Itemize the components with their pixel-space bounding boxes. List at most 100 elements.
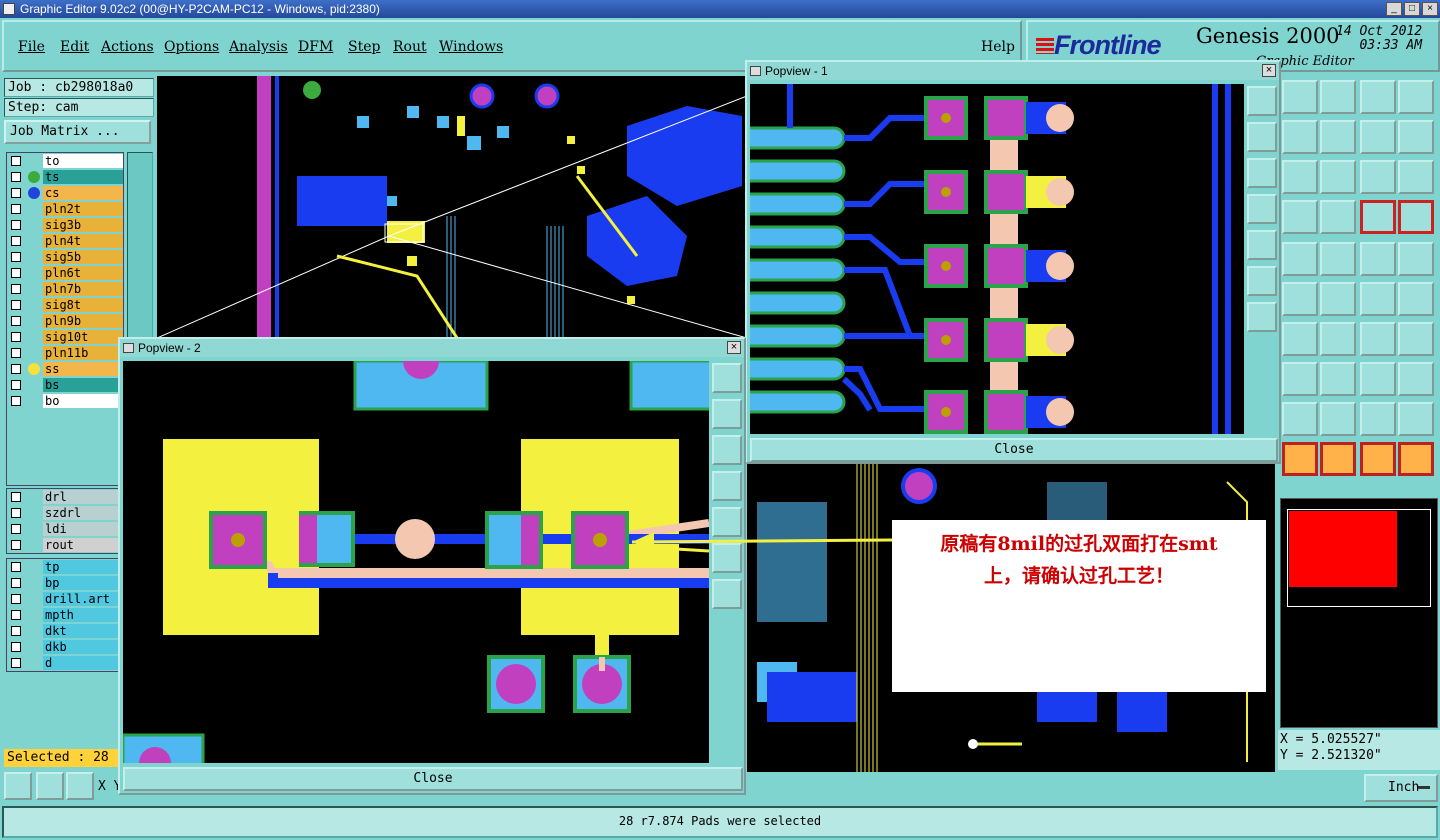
layer-row[interactable]: rout	[7, 537, 123, 553]
units-select[interactable]: Inch	[1364, 774, 1438, 802]
grid-icon[interactable]	[1320, 200, 1356, 234]
layer-row[interactable]: dkt	[7, 623, 123, 639]
layer-name[interactable]: pln9b	[43, 314, 123, 328]
group-icon[interactable]	[1398, 362, 1434, 396]
layer-name[interactable]: sig10t	[43, 330, 123, 344]
job-matrix-button[interactable]: Job Matrix ...	[4, 120, 151, 144]
layer-checkbox[interactable]	[11, 626, 21, 636]
split-icon[interactable]	[1320, 362, 1356, 396]
layer-row[interactable]: tp	[7, 559, 123, 575]
menu-windows[interactable]: Windows	[439, 39, 503, 55]
arch-line-icon[interactable]	[1360, 402, 1396, 436]
window-icon[interactable]	[1398, 80, 1434, 114]
grid-icon[interactable]	[66, 772, 94, 800]
layer-checkbox[interactable]	[11, 380, 21, 390]
pointer-box-icon[interactable]	[1320, 442, 1356, 476]
minimize-button[interactable]: _	[1386, 2, 1402, 16]
layer-name[interactable]: drl	[43, 490, 123, 504]
layer-checkbox[interactable]	[11, 658, 21, 668]
popview-2-close-button[interactable]: Close	[123, 767, 743, 791]
select-box-icon[interactable]	[1398, 242, 1434, 276]
layer-row[interactable]: ss	[7, 361, 123, 377]
fit-icon[interactable]	[1247, 266, 1277, 296]
zoom-in-icon[interactable]	[1247, 122, 1277, 152]
popview-2-close-icon[interactable]: ×	[727, 341, 741, 354]
layer-name[interactable]: tp	[43, 560, 123, 574]
layer-row[interactable]: pln6t	[7, 265, 123, 281]
layer-display-icon[interactable]	[1398, 200, 1434, 234]
connect-icon[interactable]	[1360, 282, 1396, 316]
popview-1-canvas[interactable]	[750, 84, 1244, 434]
layer-name[interactable]: sig8t	[43, 298, 123, 312]
layer-name[interactable]: pln6t	[43, 266, 123, 280]
zoom-back-icon[interactable]	[1360, 120, 1396, 154]
layer-name[interactable]: dkb	[43, 640, 123, 654]
pad-icon[interactable]	[1282, 362, 1318, 396]
layer-row[interactable]: d	[7, 655, 123, 671]
layer-checkbox[interactable]	[11, 578, 21, 588]
menu-help[interactable]: Help	[981, 39, 1015, 55]
layer-checkbox[interactable]	[11, 284, 21, 294]
menu-edit[interactable]: Edit	[60, 39, 89, 55]
net-icon[interactable]	[1282, 282, 1318, 316]
pan-right-icon[interactable]	[1247, 230, 1277, 260]
layer-name[interactable]: pln2t	[43, 202, 123, 216]
cross-icon[interactable]	[1320, 282, 1356, 316]
menu-rout[interactable]: Rout	[393, 39, 427, 55]
layer-name[interactable]: to	[43, 154, 123, 168]
layer-checkbox[interactable]	[11, 364, 21, 374]
layer-name[interactable]: bs	[43, 378, 123, 392]
layer-row[interactable]: to	[7, 153, 123, 169]
home-icon[interactable]	[1360, 80, 1396, 114]
layer-name[interactable]: pln4t	[43, 234, 123, 248]
layer-name[interactable]: mpth	[43, 608, 123, 622]
measure-icon[interactable]	[36, 772, 64, 800]
layer-name[interactable]: drill.art	[43, 592, 123, 606]
layer-name[interactable]: pln7b	[43, 282, 123, 296]
dimension-icon[interactable]	[1360, 362, 1396, 396]
layer-checkbox[interactable]	[11, 252, 21, 262]
layer-row[interactable]: pln11b	[7, 345, 123, 361]
layer-checkbox[interactable]	[11, 508, 21, 518]
pointer-icon[interactable]	[1282, 442, 1318, 476]
layer-checkbox[interactable]	[11, 562, 21, 572]
menu-actions[interactable]: Actions	[101, 39, 154, 55]
layer-row[interactable]: pln7b	[7, 281, 123, 297]
layer-checkbox[interactable]	[11, 540, 21, 550]
layer-row[interactable]: pln2t	[7, 201, 123, 217]
menu-dfm[interactable]: DFM	[298, 39, 333, 55]
pan-icon[interactable]	[1320, 160, 1356, 194]
close-window-button[interactable]: ×	[1422, 2, 1438, 16]
layer-checkbox[interactable]	[11, 332, 21, 342]
center-icon[interactable]	[1247, 302, 1277, 332]
layer-checkbox[interactable]	[11, 188, 21, 198]
triangle-icon[interactable]	[1282, 402, 1318, 436]
fit-screen-icon[interactable]	[1282, 160, 1318, 194]
text-icon[interactable]	[1398, 322, 1434, 356]
layer-name[interactable]: ts	[43, 170, 123, 184]
layer-name[interactable]: dkt	[43, 624, 123, 638]
popview-1-close-icon[interactable]: ×	[1262, 64, 1276, 77]
select-point-icon[interactable]	[1282, 242, 1318, 276]
zoom-fit-icon[interactable]	[4, 772, 32, 800]
layer-row[interactable]: cs	[7, 185, 123, 201]
layer-checkbox[interactable]	[11, 594, 21, 604]
layer-checkbox[interactable]	[11, 492, 21, 502]
layer-row[interactable]: sig8t	[7, 297, 123, 313]
snap-icon[interactable]	[1282, 200, 1318, 234]
layer-row[interactable]: sig10t	[7, 329, 123, 345]
layer-name[interactable]: sig5b	[43, 250, 123, 264]
layer-row[interactable]: pln9b	[7, 313, 123, 329]
layer-row[interactable]: ts	[7, 169, 123, 185]
layer-toggle-icon[interactable]	[1360, 200, 1396, 234]
layer-checkbox[interactable]	[11, 642, 21, 652]
zoom-in-icon[interactable]	[712, 399, 742, 429]
layer-name[interactable]: ldi	[43, 522, 123, 536]
layer-row[interactable]: drill.art	[7, 591, 123, 607]
board-canvas[interactable]	[157, 76, 747, 338]
arc-icon[interactable]	[1360, 322, 1396, 356]
layer-row[interactable]: dkb	[7, 639, 123, 655]
open-icon[interactable]	[1282, 80, 1318, 114]
layer-checkbox[interactable]	[11, 156, 21, 166]
layer-checkbox[interactable]	[11, 396, 21, 406]
